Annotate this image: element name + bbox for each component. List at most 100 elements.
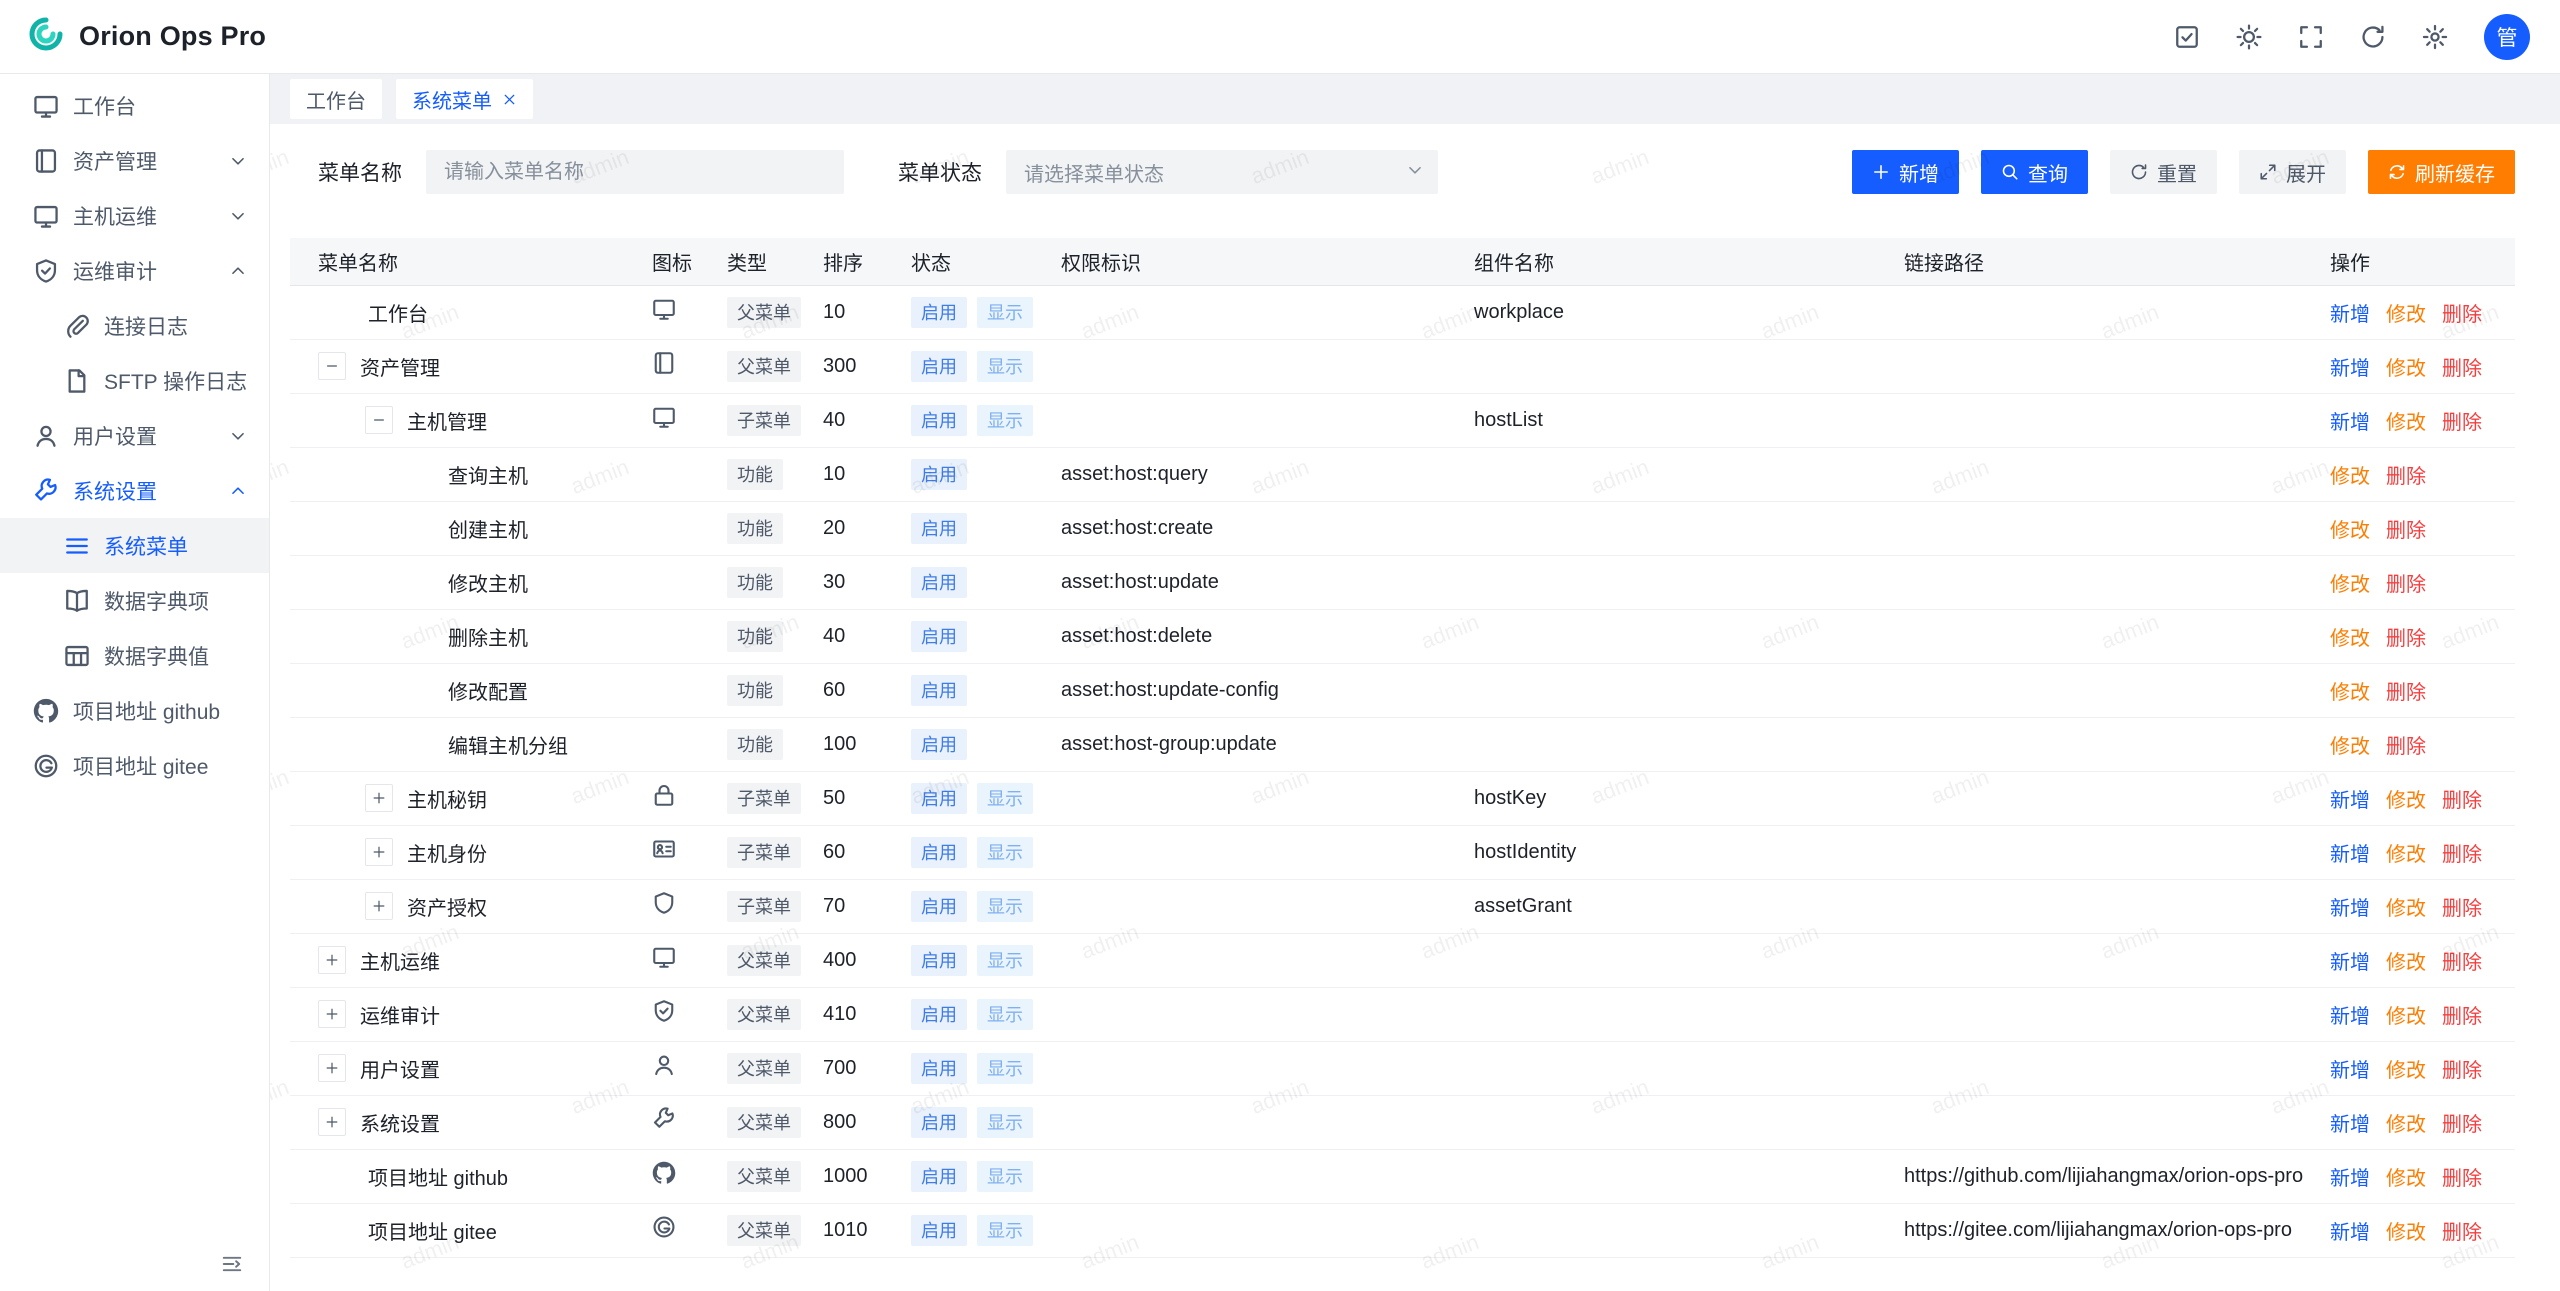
- row-delete-link[interactable]: 删除: [2442, 1108, 2482, 1137]
- row-edit-link[interactable]: 修改: [2386, 838, 2426, 867]
- type-badge: 父菜单: [727, 297, 801, 328]
- row-add-link[interactable]: 新增: [2330, 784, 2370, 813]
- collapse-row-button[interactable]: [318, 352, 346, 380]
- row-edit-link[interactable]: 修改: [2330, 514, 2370, 543]
- table-row: 主机秘钥子菜单50启用显示hostKey新增修改删除: [290, 771, 2515, 825]
- row-edit-link[interactable]: 修改: [2386, 784, 2426, 813]
- row-delete-link[interactable]: 删除: [2442, 406, 2482, 435]
- menu-status-select[interactable]: 请选择菜单状态: [1006, 150, 1438, 194]
- row-add-link[interactable]: 新增: [2330, 1108, 2370, 1137]
- row-delete-link[interactable]: 删除: [2442, 784, 2482, 813]
- cell-status: 启用显示: [899, 987, 1049, 1041]
- sidebar-item-label: 项目地址 github: [73, 696, 220, 726]
- row-add-link[interactable]: 新增: [2330, 838, 2370, 867]
- row-delete-link[interactable]: 删除: [2386, 460, 2426, 489]
- theme-icon[interactable]: [2236, 24, 2262, 50]
- cell-permission: [1049, 1203, 1462, 1257]
- expand-row-button[interactable]: [365, 892, 393, 920]
- refresh-icon[interactable]: [2360, 24, 2386, 50]
- row-edit-link[interactable]: 修改: [2386, 352, 2426, 381]
- expand-row-button[interactable]: [318, 1054, 346, 1082]
- logo[interactable]: Orion Ops Pro: [26, 14, 266, 59]
- row-delete-link[interactable]: 删除: [2442, 1162, 2482, 1191]
- avatar[interactable]: 管: [2484, 14, 2530, 60]
- sidebar-item-connect-log[interactable]: 连接日志: [0, 298, 269, 353]
- row-delete-link[interactable]: 删除: [2442, 1216, 2482, 1245]
- cell-link: [1892, 609, 2318, 663]
- sidebar-item-workplace[interactable]: 工作台: [0, 78, 269, 133]
- row-edit-link[interactable]: 修改: [2386, 892, 2426, 921]
- row-delete-link[interactable]: 删除: [2386, 730, 2426, 759]
- row-delete-link[interactable]: 删除: [2442, 298, 2482, 327]
- row-delete-link[interactable]: 删除: [2442, 892, 2482, 921]
- panel-icon[interactable]: [2174, 24, 2200, 50]
- chevron-up-icon: [229, 482, 247, 500]
- row-edit-link[interactable]: 修改: [2386, 1162, 2426, 1191]
- sidebar-item-host-ops[interactable]: 主机运维: [0, 188, 269, 243]
- tab-workplace[interactable]: 工作台: [290, 79, 382, 119]
- add-button[interactable]: 新增: [1852, 150, 1959, 194]
- row-delete-link[interactable]: 删除: [2442, 946, 2482, 975]
- row-delete-link[interactable]: 删除: [2386, 568, 2426, 597]
- cell-type: 功能: [715, 555, 811, 609]
- expand-row-button[interactable]: [318, 1108, 346, 1136]
- row-delete-link[interactable]: 删除: [2442, 352, 2482, 381]
- sidebar-item-gitee[interactable]: 项目地址 gitee: [0, 738, 269, 793]
- row-add-link[interactable]: 新增: [2330, 1054, 2370, 1083]
- sidebar-item-user-settings[interactable]: 用户设置: [0, 408, 269, 463]
- sidebar-item-system-menu[interactable]: 系统菜单: [0, 518, 269, 573]
- cell-link: [1892, 933, 2318, 987]
- sidebar-item-system-settings[interactable]: 系统设置: [0, 463, 269, 518]
- row-delete-link[interactable]: 删除: [2442, 1000, 2482, 1029]
- row-edit-link[interactable]: 修改: [2386, 1108, 2426, 1137]
- query-button[interactable]: 查询: [1981, 150, 2088, 194]
- row-edit-link[interactable]: 修改: [2386, 406, 2426, 435]
- row-delete-link[interactable]: 删除: [2386, 622, 2426, 651]
- sidebar-item-dict-keys[interactable]: 数据字典项: [0, 573, 269, 628]
- row-edit-link[interactable]: 修改: [2330, 676, 2370, 705]
- expand-button[interactable]: 展开: [2239, 150, 2346, 194]
- row-add-link[interactable]: 新增: [2330, 1162, 2370, 1191]
- row-edit-link[interactable]: 修改: [2330, 568, 2370, 597]
- row-edit-link[interactable]: 修改: [2330, 622, 2370, 651]
- close-icon[interactable]: [502, 92, 517, 107]
- row-add-link[interactable]: 新增: [2330, 406, 2370, 435]
- row-delete-link[interactable]: 删除: [2442, 1054, 2482, 1083]
- row-delete-link[interactable]: 删除: [2386, 514, 2426, 543]
- sidebar-item-asset[interactable]: 资产管理: [0, 133, 269, 188]
- fullscreen-icon[interactable]: [2298, 24, 2324, 50]
- row-add-link[interactable]: 新增: [2330, 1000, 2370, 1029]
- row-add-link[interactable]: 新增: [2330, 1216, 2370, 1245]
- reset-button[interactable]: 重置: [2110, 150, 2217, 194]
- row-delete-link[interactable]: 删除: [2442, 838, 2482, 867]
- row-edit-link[interactable]: 修改: [2330, 460, 2370, 489]
- settings-icon[interactable]: [2422, 24, 2448, 50]
- collapse-row-button[interactable]: [365, 406, 393, 434]
- row-edit-link[interactable]: 修改: [2386, 298, 2426, 327]
- cell-component: [1462, 501, 1892, 555]
- expand-row-button[interactable]: [318, 946, 346, 974]
- sidebar-item-sftp-log[interactable]: SFTP 操作日志: [0, 353, 269, 408]
- tab-system-menu[interactable]: 系统菜单: [396, 79, 533, 119]
- expand-row-button[interactable]: [365, 784, 393, 812]
- sidebar-item-dict-values[interactable]: 数据字典值: [0, 628, 269, 683]
- cell-status: 启用显示: [899, 1203, 1049, 1257]
- row-edit-link[interactable]: 修改: [2386, 946, 2426, 975]
- menu-name-label: 菜单名称: [318, 157, 402, 187]
- row-delete-link[interactable]: 删除: [2386, 676, 2426, 705]
- row-add-link[interactable]: 新增: [2330, 298, 2370, 327]
- row-edit-link[interactable]: 修改: [2386, 1000, 2426, 1029]
- refresh-cache-button[interactable]: 刷新缓存: [2368, 150, 2515, 194]
- row-edit-link[interactable]: 修改: [2330, 730, 2370, 759]
- row-edit-link[interactable]: 修改: [2386, 1054, 2426, 1083]
- row-add-link[interactable]: 新增: [2330, 892, 2370, 921]
- row-add-link[interactable]: 新增: [2330, 352, 2370, 381]
- row-add-link[interactable]: 新增: [2330, 946, 2370, 975]
- menu-name-input[interactable]: [426, 150, 844, 194]
- sidebar-item-audit[interactable]: 运维审计: [0, 243, 269, 298]
- row-edit-link[interactable]: 修改: [2386, 1216, 2426, 1245]
- sidebar-item-github[interactable]: 项目地址 github: [0, 683, 269, 738]
- expand-row-button[interactable]: [318, 1000, 346, 1028]
- expand-row-button[interactable]: [365, 838, 393, 866]
- collapse-sidebar-icon[interactable]: [221, 1253, 243, 1275]
